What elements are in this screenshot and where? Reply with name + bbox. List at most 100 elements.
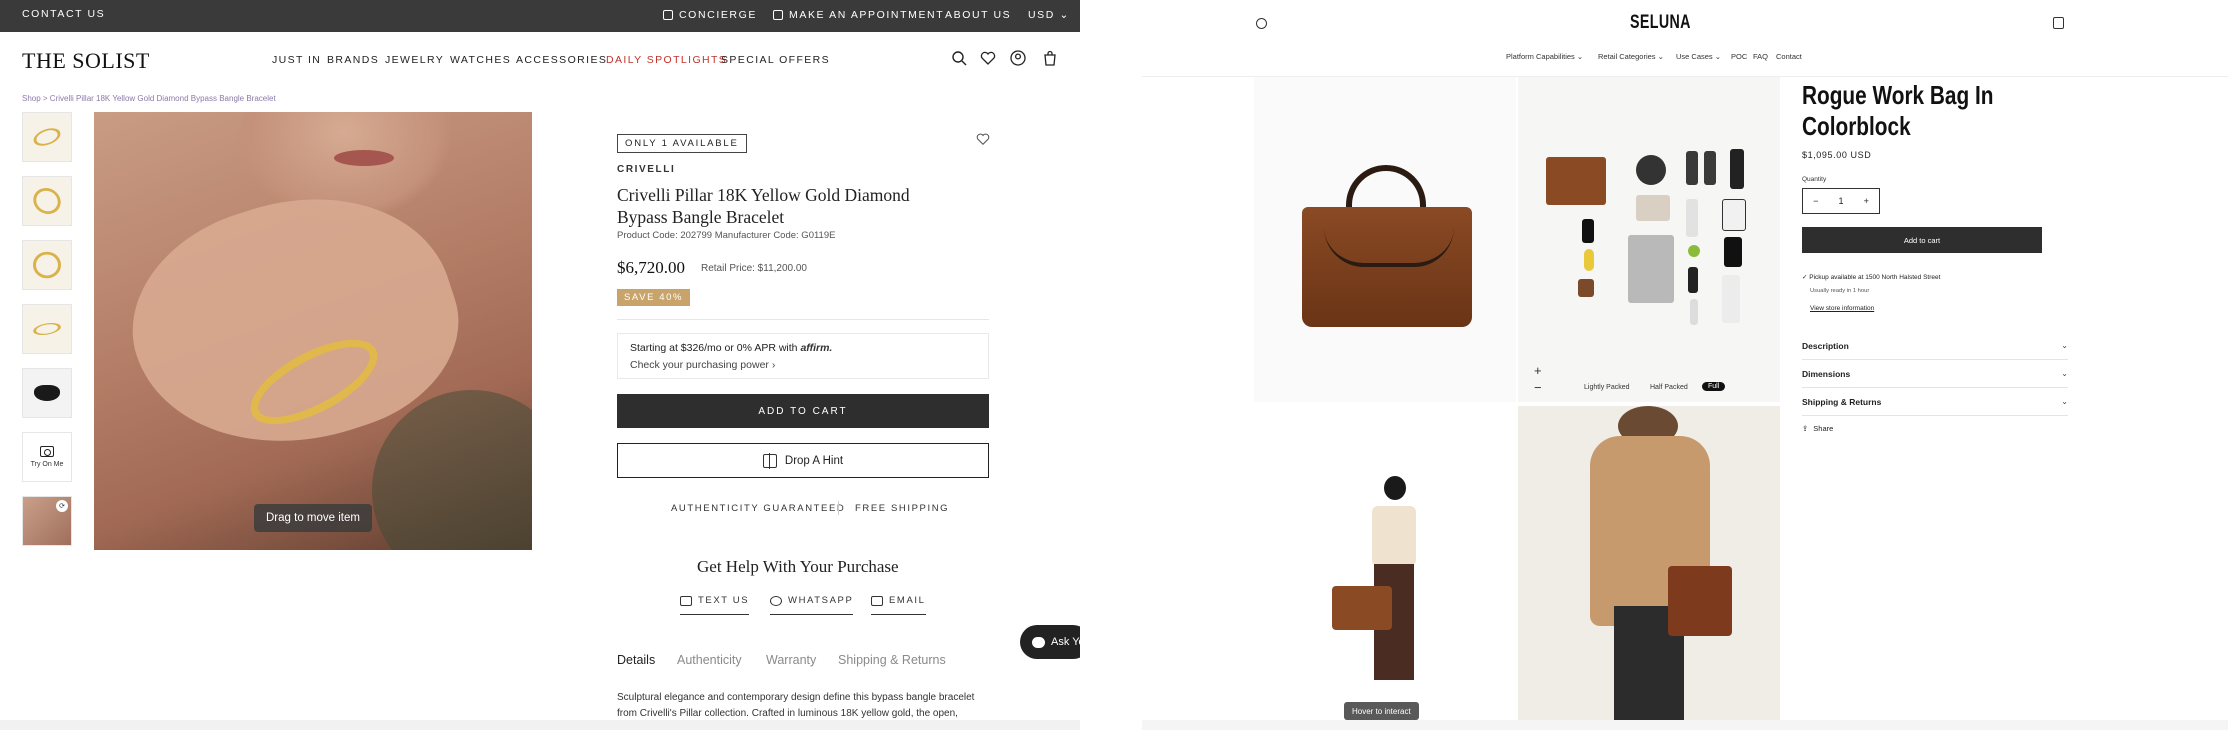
thumbnail-4[interactable] xyxy=(22,304,72,354)
concierge-link[interactable]: CONCIERGE xyxy=(663,9,757,21)
quantity-increase-button[interactable]: + xyxy=(1864,196,1869,206)
view-store-info-link[interactable]: View store information xyxy=(1810,305,1874,312)
pack-full-option[interactable]: Full xyxy=(1702,382,1726,391)
bracelet-thumb-image xyxy=(33,251,61,279)
model-lips xyxy=(334,150,394,166)
email-link[interactable]: EMAIL xyxy=(871,595,926,615)
palette xyxy=(1578,279,1594,297)
nav-use-cases[interactable]: Use Cases ⌄ xyxy=(1676,52,1721,61)
lifestyle-photo[interactable] xyxy=(1518,406,1780,720)
pickup-availability: ✓ Pickup available at 1500 North Halsted… xyxy=(1802,274,1941,281)
shopping-bag-icon[interactable] xyxy=(1042,50,1058,66)
nav-contact[interactable]: Contact xyxy=(1776,52,1802,61)
product-title: Crivelli Pillar 18K Yellow Gold Diamond … xyxy=(617,185,910,227)
screenshot-root: CONTACT US CONCIERGE MAKE AN APPOINTMENT… xyxy=(0,0,2236,730)
nav-brands[interactable]: BRANDS xyxy=(327,54,379,66)
solist-page: CONTACT US CONCIERGE MAKE AN APPOINTMENT… xyxy=(0,0,1080,720)
pack-half-option[interactable]: Half Packed xyxy=(1650,384,1688,391)
tab-details[interactable]: Details xyxy=(617,653,655,667)
product-price: $6,720.00 xyxy=(617,258,685,277)
thumbnail-1[interactable] xyxy=(22,112,72,162)
packing-viewer[interactable]: + − Lightly Packed Half Packed Full xyxy=(1518,77,1780,402)
whatsapp-icon xyxy=(770,595,782,606)
wishlist-heart-icon[interactable] xyxy=(976,132,990,146)
currency-select[interactable]: USD ⌄ xyxy=(1028,9,1070,21)
thumbnail-3[interactable] xyxy=(22,240,72,290)
affirm-financing-box[interactable]: Starting at $326/mo or 0% APR with affir… xyxy=(617,333,989,379)
pack-lightly-option[interactable]: Lightly Packed xyxy=(1584,384,1630,391)
nav-accessories[interactable]: ACCESSORIES xyxy=(516,54,607,66)
breadcrumb[interactable]: Shop > Crivelli Pillar 18K Yellow Gold D… xyxy=(22,94,276,103)
bell-icon xyxy=(663,10,673,20)
figure-bag xyxy=(1332,586,1392,630)
thumbnail-5[interactable] xyxy=(22,368,72,418)
tab-shipping-returns[interactable]: Shipping & Returns xyxy=(838,653,946,667)
gift-box-image xyxy=(34,385,60,401)
bracelet-thumb-image xyxy=(32,321,62,337)
shoe xyxy=(1686,151,1698,185)
nav-poc[interactable]: POC xyxy=(1731,52,1747,61)
nav-daily-spotlights[interactable]: DAILY SPOTLIGHTS xyxy=(606,54,727,66)
solist-logo[interactable]: THE SOLIST xyxy=(22,48,150,74)
hair-brush xyxy=(1730,149,1744,189)
whatsapp-link[interactable]: WHATSAPP xyxy=(770,595,854,615)
calendar-icon xyxy=(773,10,783,20)
thumbnail-3d-viewer[interactable]: ⟳ xyxy=(22,496,72,546)
tab-warranty[interactable]: Warranty xyxy=(766,653,816,667)
zoom-in-button[interactable]: + xyxy=(1534,362,1542,379)
nav-watches[interactable]: WATCHES xyxy=(450,54,511,66)
contact-us-link[interactable]: CONTACT US xyxy=(22,8,105,20)
add-to-cart-button[interactable]: Add to cart xyxy=(1802,227,2042,253)
product-title: Rogue Work Bag In Colorblock xyxy=(1802,80,1994,141)
chevron-down-icon: ⌄ xyxy=(2061,397,2068,406)
text-us-link[interactable]: TEXT US xyxy=(680,595,750,615)
quantity-value[interactable]: 1 xyxy=(1838,196,1843,206)
product-brand[interactable]: CRIVELLI xyxy=(617,164,675,175)
product-hero-image[interactable] xyxy=(94,112,532,550)
help-heading: Get Help With Your Purchase xyxy=(697,557,899,576)
model-figure-viewer[interactable]: Hover to interact xyxy=(1254,406,1516,720)
divider xyxy=(838,501,839,515)
add-to-cart-button[interactable]: ADD TO CART xyxy=(617,394,989,428)
seluna-logo[interactable]: SELUNA xyxy=(1630,12,1691,34)
product-codes: Product Code: 202799 Manufacturer Code: … xyxy=(617,230,836,241)
horizontal-scrollbar[interactable] xyxy=(1142,720,2228,730)
account-icon[interactable] xyxy=(1010,50,1026,66)
appointment-link[interactable]: MAKE AN APPOINTMENT xyxy=(773,9,944,21)
nav-platform-capabilities[interactable]: Platform Capabilities ⌄ xyxy=(1506,52,1583,61)
zoom-out-button[interactable]: − xyxy=(1534,379,1542,396)
nav-retail-categories[interactable]: Retail Categories ⌄ xyxy=(1598,52,1664,61)
chat-icon xyxy=(680,595,692,606)
share-icon: ⇪ xyxy=(1802,424,1809,433)
horizontal-scrollbar[interactable] xyxy=(0,720,1080,730)
accordion-shipping-returns[interactable]: Shipping & Returns ⌄ xyxy=(1802,388,2068,416)
pen xyxy=(1690,299,1698,325)
nav-special-offers[interactable]: SPECIAL OFFERS xyxy=(721,54,830,66)
nav-just-in[interactable]: JUST IN xyxy=(272,54,321,66)
seluna-page: SELUNA Platform Capabilities ⌄ Retail Ca… xyxy=(1142,0,2228,720)
accordion-dimensions[interactable]: Dimensions ⌄ xyxy=(1802,360,2068,388)
cart-icon[interactable] xyxy=(2053,17,2064,29)
search-icon[interactable] xyxy=(951,50,967,66)
try-on-button[interactable]: Try On Me xyxy=(22,432,72,482)
sunglasses xyxy=(1722,199,1746,231)
affirm-check-link[interactable]: Check your purchasing power › xyxy=(630,359,976,371)
drop-a-hint-button[interactable]: Drop A Hint xyxy=(617,443,989,478)
chevron-down-icon: ⌄ xyxy=(2061,369,2068,378)
accordion-description[interactable]: Description ⌄ xyxy=(1802,332,2068,360)
affirm-logo: affirm. xyxy=(800,342,833,354)
model-bag xyxy=(1668,566,1732,636)
gallery-bag-image[interactable] xyxy=(1254,77,1516,402)
ask-chat-button[interactable]: Ask Yo xyxy=(1020,625,1080,659)
heart-icon[interactable] xyxy=(980,50,996,66)
tab-authenticity[interactable]: Authenticity xyxy=(677,653,742,667)
nav-faq[interactable]: FAQ xyxy=(1753,52,1768,61)
scarf xyxy=(1628,235,1674,303)
search-icon[interactable] xyxy=(1256,18,1267,29)
thumbnail-2[interactable] xyxy=(22,176,72,226)
nav-jewelry[interactable]: JEWELRY xyxy=(385,54,444,66)
share-button[interactable]: ⇪ Share xyxy=(1802,424,1833,433)
about-us-link[interactable]: ABOUT US xyxy=(945,9,1011,21)
availability-badge: ONLY 1 AVAILABLE xyxy=(617,134,747,153)
quantity-decrease-button[interactable]: − xyxy=(1813,196,1818,206)
